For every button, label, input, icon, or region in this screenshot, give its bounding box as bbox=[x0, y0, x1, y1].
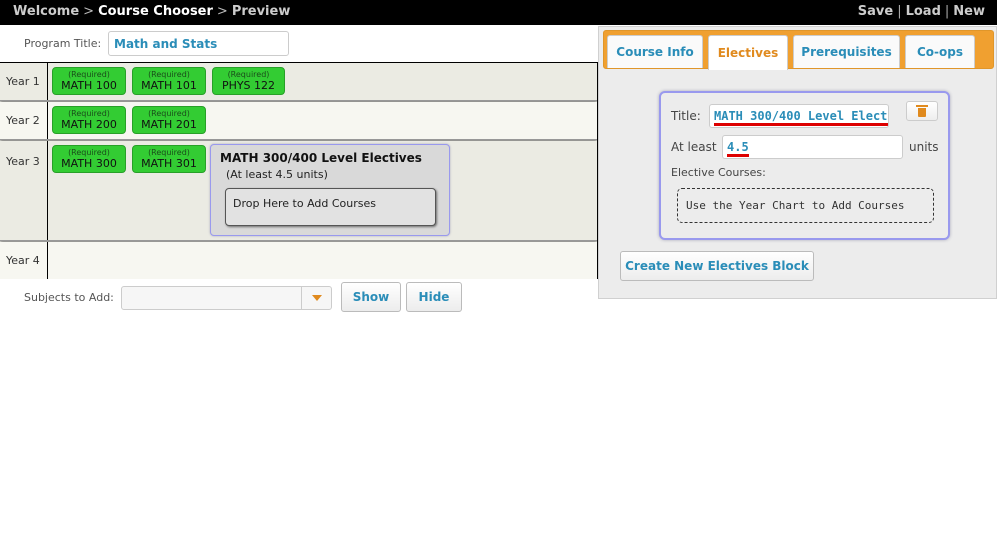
year-row-4: Year 4 bbox=[0, 242, 597, 279]
elective-title-input[interactable]: MATH 300/400 Level Electiv bbox=[709, 104, 889, 128]
units-value: 4.5 bbox=[727, 140, 749, 157]
tab-electives[interactable]: Electives bbox=[708, 35, 788, 70]
course-code: MATH 100 bbox=[61, 79, 117, 92]
action-separator: | bbox=[897, 4, 902, 19]
breadcrumb-separator: > bbox=[216, 4, 228, 19]
electives-block-units: (At least 4.5 units) bbox=[226, 168, 328, 181]
editor-panel: Course Info Electives Prerequisites Co-o… bbox=[598, 26, 997, 299]
course-required-tag: (Required) bbox=[68, 70, 110, 79]
tab-prerequisites[interactable]: Prerequisites bbox=[793, 35, 900, 68]
action-separator: | bbox=[944, 4, 950, 19]
course-required-tag: (Required) bbox=[148, 70, 190, 79]
course-card-phys-122[interactable]: (Required) PHYS 122 bbox=[212, 67, 285, 95]
save-link[interactable]: Save bbox=[858, 4, 893, 19]
delete-block-button[interactable] bbox=[906, 101, 938, 121]
course-card-math-201[interactable]: (Required) MATH 201 bbox=[132, 106, 206, 134]
electives-block[interactable]: MATH 300/400 Level Electives (At least 4… bbox=[210, 144, 450, 236]
elective-courses-label: Elective Courses: bbox=[671, 166, 766, 179]
breadcrumb-course-chooser: Course Chooser bbox=[98, 4, 213, 19]
elective-title-value: MATH 300/400 Level Electiv bbox=[714, 109, 888, 126]
course-code: MATH 301 bbox=[141, 157, 197, 170]
trash-icon bbox=[916, 104, 928, 117]
breadcrumb-welcome[interactable]: Welcome bbox=[13, 4, 79, 19]
show-button[interactable]: Show bbox=[341, 282, 401, 312]
course-required-tag: (Required) bbox=[148, 148, 190, 157]
year-chart: Year 1 (Required) MATH 100 (Required) MA… bbox=[0, 62, 598, 279]
top-bar: Welcome > Course Chooser > Preview Save | Load… bbox=[0, 0, 997, 25]
course-card-math-300[interactable]: (Required) MATH 300 bbox=[52, 145, 126, 173]
course-code: MATH 300 bbox=[61, 157, 117, 170]
course-card-math-301[interactable]: (Required) MATH 301 bbox=[132, 145, 206, 173]
course-required-tag: (Required) bbox=[227, 70, 270, 79]
electives-block-title: MATH 300/400 Level Electives bbox=[220, 151, 422, 165]
tab-co-ops[interactable]: Co-ops bbox=[905, 35, 975, 68]
program-title-input[interactable] bbox=[108, 31, 289, 56]
year-label: Year 1 bbox=[0, 63, 48, 100]
year-label: Year 4 bbox=[0, 242, 48, 279]
course-required-tag: (Required) bbox=[68, 148, 110, 157]
year-label: Year 2 bbox=[0, 102, 48, 139]
units-label: units bbox=[909, 140, 939, 154]
new-link[interactable]: New bbox=[953, 4, 985, 19]
program-title-label: Program Title: bbox=[24, 37, 102, 50]
subjects-select[interactable] bbox=[121, 286, 332, 310]
breadcrumb-preview[interactable]: Preview bbox=[232, 4, 291, 19]
course-card-math-100[interactable]: (Required) MATH 100 bbox=[52, 67, 126, 95]
course-required-tag: (Required) bbox=[148, 109, 190, 118]
file-actions: Save | Load | New bbox=[858, 4, 985, 19]
load-link[interactable]: Load bbox=[906, 4, 941, 19]
breadcrumb: Welcome > Course Chooser > Preview bbox=[13, 4, 290, 19]
title-field-label: Title: bbox=[671, 109, 701, 123]
course-required-tag: (Required) bbox=[68, 109, 110, 118]
course-card-math-101[interactable]: (Required) MATH 101 bbox=[132, 67, 206, 95]
course-code: MATH 201 bbox=[141, 118, 197, 131]
year-label: Year 3 bbox=[0, 141, 48, 240]
tab-bar: Course Info Electives Prerequisites Co-o… bbox=[603, 30, 994, 70]
course-code: MATH 200 bbox=[61, 118, 117, 131]
create-electives-block-button[interactable]: Create New Electives Block bbox=[620, 251, 814, 281]
breadcrumb-separator: > bbox=[83, 4, 95, 19]
at-least-label: At least bbox=[671, 140, 717, 154]
course-code: PHYS 122 bbox=[221, 79, 276, 92]
year-row-2: Year 2 (Required) MATH 200 (Required) MA… bbox=[0, 102, 597, 140]
electives-drop-zone[interactable]: Drop Here to Add Courses bbox=[225, 188, 436, 226]
electives-form: Title: MATH 300/400 Level Electiv At lea… bbox=[659, 91, 950, 240]
chevron-down-icon[interactable] bbox=[301, 287, 331, 309]
hide-button[interactable]: Hide bbox=[406, 282, 462, 312]
elective-courses-drop-zone[interactable]: Use the Year Chart to Add Courses bbox=[677, 188, 934, 223]
course-card-math-200[interactable]: (Required) MATH 200 bbox=[52, 106, 126, 134]
course-code: MATH 101 bbox=[141, 79, 197, 92]
tab-course-info[interactable]: Course Info bbox=[607, 35, 703, 68]
year-row-1: Year 1 (Required) MATH 100 (Required) MA… bbox=[0, 63, 597, 101]
subjects-label: Subjects to Add: bbox=[24, 291, 114, 304]
units-input[interactable]: 4.5 bbox=[722, 135, 903, 159]
